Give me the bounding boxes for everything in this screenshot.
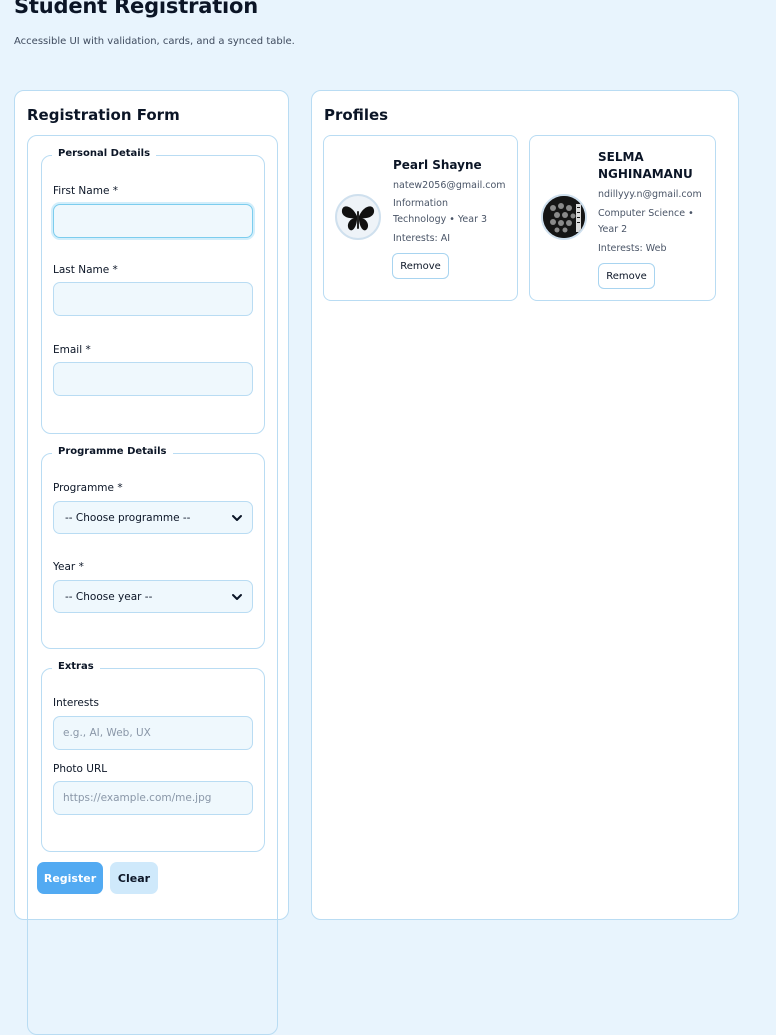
programme-select[interactable]: -- Choose programme -- xyxy=(53,501,253,534)
profile-programme: Information xyxy=(393,198,448,209)
last-name-input[interactable] xyxy=(53,282,253,316)
registration-form-panel: Registration Form Personal Details First… xyxy=(14,90,289,1035)
extras-legend: Extras xyxy=(52,661,100,672)
interests-input[interactable] xyxy=(53,716,253,750)
programme-select-value: -- Choose programme -- xyxy=(65,511,191,524)
chevron-down-icon xyxy=(232,593,242,600)
personal-details-legend: Personal Details xyxy=(52,148,157,159)
profile-programme-year: Year 2 xyxy=(598,224,628,235)
personal-details-fieldset: Personal Details First Name * Last Name … xyxy=(41,148,265,434)
first-name-input[interactable] xyxy=(53,204,253,238)
photo-url-label: Photo URL xyxy=(53,763,108,775)
email-label: Email * xyxy=(53,344,91,356)
photo-url-input[interactable] xyxy=(53,781,253,815)
form-title: Registration Form xyxy=(27,106,180,124)
first-name-label: First Name * xyxy=(53,185,118,197)
profiles-title: Profiles xyxy=(324,106,389,124)
profile-name-last: NGHINAMANU xyxy=(598,167,693,181)
profile-card: SELMA NGHINAMANU ndillyyy.n@gmail.com Co… xyxy=(529,135,716,301)
profile-interests: Interests: AI xyxy=(393,233,451,244)
profile-programme: Computer Science • xyxy=(598,208,694,219)
email-input[interactable] xyxy=(53,362,253,396)
profile-email: natew2056@gmail.com xyxy=(393,180,506,191)
year-select-value: -- Choose year -- xyxy=(65,590,153,603)
register-button[interactable]: Register xyxy=(37,862,103,894)
page-title: Student Registration xyxy=(14,0,259,18)
profile-interests: Interests: Web xyxy=(598,243,667,254)
clear-button[interactable]: Clear xyxy=(110,862,158,894)
profile-programme-year: Technology • Year 3 xyxy=(393,214,488,225)
profile-email: ndillyyy.n@gmail.com xyxy=(598,189,702,200)
profile-name: Pearl Shayne xyxy=(393,158,482,172)
year-select[interactable]: -- Choose year -- xyxy=(53,580,253,613)
extras-fieldset: Extras Interests Photo URL xyxy=(41,661,265,852)
registration-form: Personal Details First Name * Last Name … xyxy=(27,135,278,1035)
page-subtitle: Accessible UI with validation, cards, an… xyxy=(14,36,295,47)
remove-button[interactable]: Remove xyxy=(392,253,449,279)
programme-details-fieldset: Programme Details Programme * -- Choose … xyxy=(41,446,265,649)
profile-name-first: SELMA xyxy=(598,150,644,164)
remove-button[interactable]: Remove xyxy=(598,263,655,289)
butterfly-icon xyxy=(335,194,381,240)
chevron-down-icon xyxy=(232,514,242,521)
profile-card: Pearl Shayne natew2056@gmail.com Informa… xyxy=(323,135,518,301)
year-label: Year * xyxy=(53,561,84,573)
programme-details-legend: Programme Details xyxy=(52,446,173,457)
interests-label: Interests xyxy=(53,697,99,709)
programme-label: Programme * xyxy=(53,482,123,494)
photo-avatar xyxy=(541,194,587,240)
last-name-label: Last Name * xyxy=(53,264,118,276)
